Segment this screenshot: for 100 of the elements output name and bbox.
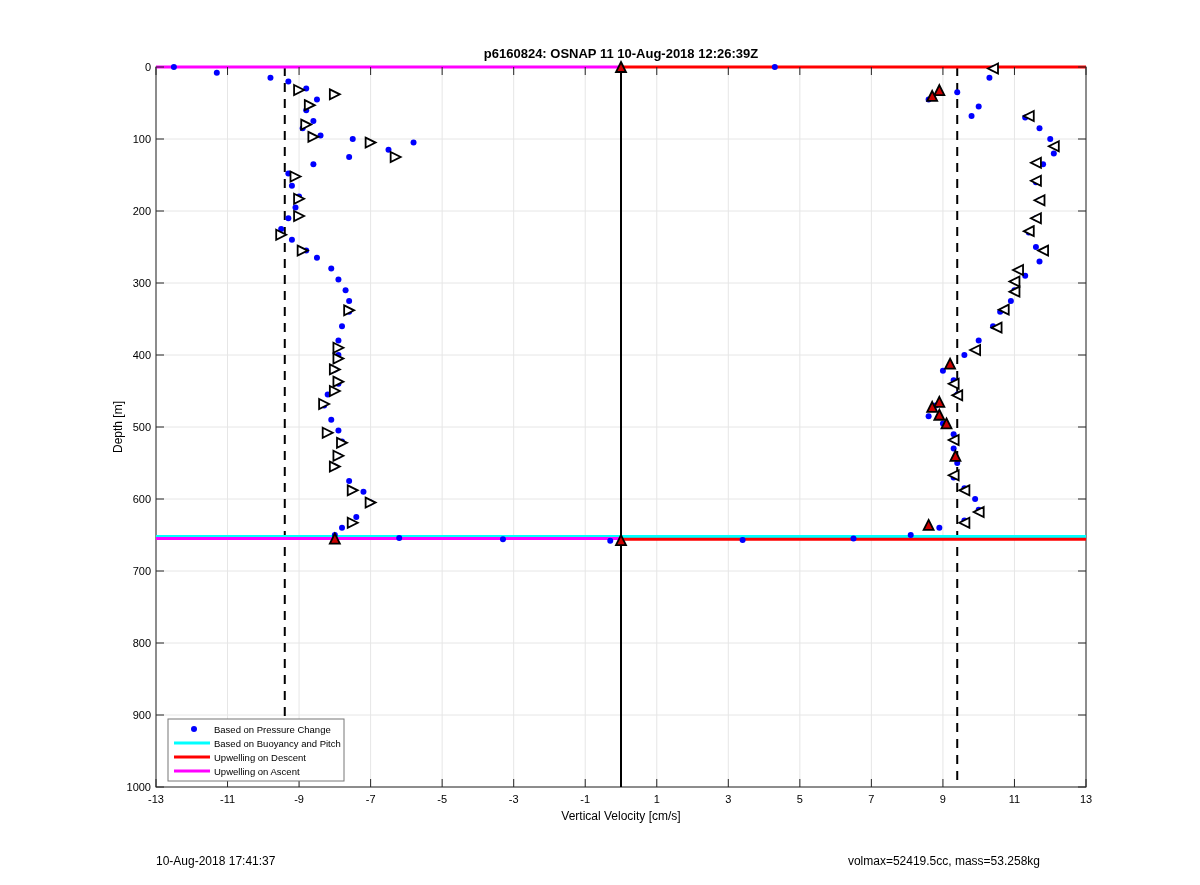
data-point <box>313 254 320 261</box>
data-point <box>850 535 857 542</box>
data-point <box>342 287 349 294</box>
triangle-marker <box>328 384 342 398</box>
triangle-marker <box>303 98 317 112</box>
legend-label: Based on Pressure Change <box>214 723 331 735</box>
data-point <box>288 236 295 243</box>
triangle-marker <box>925 88 939 102</box>
x-tick-label: 3 <box>725 793 732 805</box>
data-point <box>954 89 961 96</box>
x-tick-label: 9 <box>939 793 946 805</box>
legend-label: Upwelling on Descent <box>214 751 306 763</box>
y-tick-label: 500 <box>132 421 151 433</box>
triangle-marker <box>932 407 946 421</box>
triangle-marker <box>1007 275 1021 288</box>
chart-title: p6160824: OSNAP 11 10-Aug-2018 12:26:39Z <box>483 46 759 61</box>
triangle-marker <box>989 321 1003 335</box>
triangle-marker <box>957 483 971 497</box>
data-point <box>385 146 392 153</box>
data-point <box>1036 125 1043 132</box>
legend-swatch <box>174 769 210 773</box>
triangle-marker <box>946 433 960 447</box>
data-point <box>335 276 342 283</box>
triangle-marker <box>957 516 971 530</box>
data-point <box>328 265 335 272</box>
triangle-marker <box>946 468 960 482</box>
x-tick-label: -5 <box>437 793 448 805</box>
data-point <box>349 136 356 142</box>
data-point <box>213 69 220 76</box>
y-tick-label: 600 <box>132 493 151 505</box>
x-tick-label: -7 <box>365 793 376 805</box>
legend-label: Based on Buoyancy and Pitch <box>214 737 341 749</box>
x-tick-label: 13 <box>1079 793 1093 805</box>
data-point <box>310 118 317 124</box>
data-point <box>346 154 353 160</box>
timestamp: 10-Aug-2018 17:41:37 <box>156 854 276 868</box>
y-tick-label: 800 <box>132 637 151 649</box>
y-tick-label: 1000 <box>126 781 151 793</box>
legend-label: Upwelling on Ascent <box>214 765 300 777</box>
data-point <box>353 514 360 520</box>
triangle-marker <box>1032 193 1046 207</box>
data-point <box>339 323 345 330</box>
x-tick-label: -1 <box>580 793 591 805</box>
volume-mass-info: volmax=52419.5cc, mass=53.258kg <box>847 854 1040 868</box>
triangle-marker <box>296 244 310 258</box>
y-tick-label: 300 <box>132 277 151 289</box>
triangle-marker <box>1028 211 1042 225</box>
data-point <box>396 534 403 541</box>
data-point <box>335 427 342 434</box>
data-point <box>1047 136 1054 142</box>
data-point <box>1032 244 1039 250</box>
data-point <box>285 78 292 85</box>
triangle-marker <box>1046 139 1060 153</box>
triangle-marker <box>364 136 378 150</box>
data-point <box>950 431 957 438</box>
triangle-marker <box>996 303 1010 317</box>
triangle-marker <box>328 460 342 474</box>
data-point <box>278 226 285 232</box>
triangle-marker <box>300 118 314 132</box>
data-point <box>310 161 317 168</box>
data-point <box>925 413 932 420</box>
triangle-marker <box>922 517 936 531</box>
triangle-marker <box>971 505 985 519</box>
triangle-marker <box>332 375 346 389</box>
y-tick-label: 400 <box>132 349 151 361</box>
y-tick-label: 100 <box>132 133 151 145</box>
x-tick-label: 7 <box>868 793 875 805</box>
data-point <box>961 352 968 358</box>
triangle-marker <box>343 303 357 317</box>
data-point <box>267 74 274 81</box>
data-point <box>410 139 417 146</box>
triangle-marker <box>389 150 403 164</box>
data-point <box>292 204 299 211</box>
triangle-marker <box>968 343 981 357</box>
triangle-marker <box>946 377 960 391</box>
y-tick-label: 700 <box>132 565 151 577</box>
triangle-marker <box>986 62 999 75</box>
data-point <box>907 532 914 538</box>
data-point <box>313 96 320 103</box>
data-point <box>975 103 982 110</box>
x-tick-label: -9 <box>294 793 304 805</box>
triangle-marker <box>943 356 957 370</box>
data-point <box>346 478 353 484</box>
data-point <box>739 537 746 544</box>
x-tick-label: -11 <box>220 793 236 805</box>
triangle-marker <box>332 352 346 366</box>
data-point <box>335 337 342 344</box>
data-point <box>1036 258 1043 265</box>
data-point <box>328 416 335 423</box>
triangle-marker <box>289 170 303 183</box>
triangle-marker <box>614 60 628 73</box>
data-point <box>170 64 177 70</box>
triangle-marker <box>932 394 946 408</box>
triangle-marker <box>1007 285 1021 299</box>
legend-swatch <box>191 726 197 732</box>
data-point <box>968 112 975 119</box>
triangle-marker <box>328 362 342 376</box>
triangle-marker <box>940 416 953 430</box>
triangle-marker <box>293 192 307 206</box>
data-point <box>939 367 946 374</box>
